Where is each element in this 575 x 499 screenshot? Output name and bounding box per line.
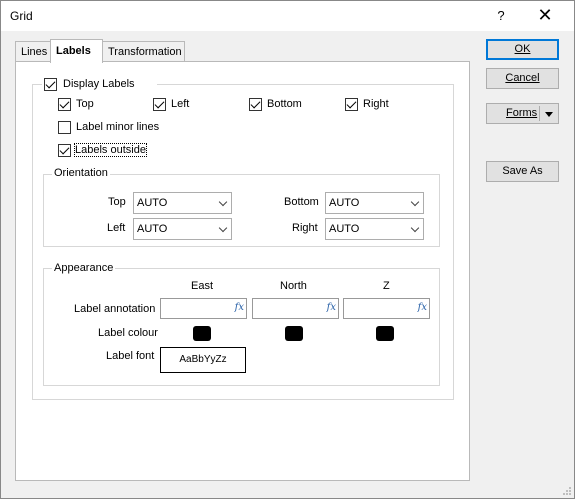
label-colour-label: Label colour xyxy=(98,327,158,339)
orientation-bottom-value: AUTO xyxy=(329,197,360,209)
resize-grip-icon[interactable] xyxy=(562,486,572,496)
chevron-down-icon xyxy=(218,197,228,207)
fx-icon[interactable]: fx xyxy=(418,302,427,313)
ok-button-label: OK xyxy=(514,43,531,55)
right-checkbox-label: Right xyxy=(363,98,389,110)
ok-button[interactable]: OK xyxy=(486,39,559,60)
bottom-checkbox[interactable] xyxy=(249,98,262,111)
orientation-top-select[interactable]: AUTO xyxy=(133,192,232,214)
orientation-top-label: Top xyxy=(108,196,126,208)
left-checkbox[interactable] xyxy=(153,98,166,111)
tab-labels[interactable]: Labels xyxy=(50,39,103,63)
label-font-label: Label font xyxy=(106,350,155,362)
colour-north-swatch[interactable] xyxy=(285,326,303,341)
chevron-down-icon xyxy=(410,223,420,233)
fx-icon[interactable]: fx xyxy=(327,302,336,313)
column-east: East xyxy=(191,280,214,292)
forms-button-label: Forms xyxy=(506,107,538,119)
close-button[interactable]: ✕ xyxy=(531,4,559,28)
display-labels-label: Display Labels xyxy=(63,78,135,90)
tab-lines[interactable]: Lines xyxy=(15,41,51,62)
appearance-title: Appearance xyxy=(52,262,116,274)
top-checkbox[interactable] xyxy=(58,98,71,111)
bottom-checkbox-label: Bottom xyxy=(267,98,302,110)
orientation-right-label: Right xyxy=(292,222,318,234)
colour-east-swatch[interactable] xyxy=(193,326,211,341)
labels-outside-label: Labels outside xyxy=(74,143,147,157)
orientation-top-value: AUTO xyxy=(137,197,168,209)
right-checkbox[interactable] xyxy=(345,98,358,111)
orientation-bottom-select[interactable]: AUTO xyxy=(325,192,424,214)
left-checkbox-label: Left xyxy=(171,98,190,110)
cancel-button-label: Cancel xyxy=(505,72,540,84)
save-as-button-label: Save As xyxy=(502,165,543,177)
orientation-right-select[interactable]: AUTO xyxy=(325,218,424,240)
annotation-east-input[interactable]: fx xyxy=(160,298,247,319)
font-preview-button[interactable]: AaBbYyZz xyxy=(160,347,246,373)
annotation-north-input[interactable]: fx xyxy=(252,298,339,319)
labels-tab-panel: Display Labels Top Left Bottom Right Lab… xyxy=(15,61,470,481)
cancel-button[interactable]: Cancel xyxy=(486,68,559,89)
dropdown-arrow-icon[interactable] xyxy=(545,112,553,117)
title-bar: Grid ? ✕ xyxy=(1,1,574,31)
labels-outside-checkbox[interactable] xyxy=(58,144,71,157)
label-minor-lines-label: Label minor lines xyxy=(76,121,160,133)
orientation-left-value: AUTO xyxy=(137,223,168,235)
tab-transformation[interactable]: Transformation xyxy=(102,41,185,62)
orientation-title: Orientation xyxy=(52,167,110,179)
forms-split-divider xyxy=(539,106,540,121)
orientation-right-value: AUTO xyxy=(329,223,360,235)
column-north: North xyxy=(280,280,307,292)
display-labels-header: Display Labels xyxy=(42,76,157,92)
label-annotation-label: Label annotation xyxy=(74,303,156,315)
chevron-down-icon xyxy=(410,197,420,207)
orientation-left-label: Left xyxy=(107,222,126,234)
column-z: Z xyxy=(383,280,390,292)
colour-z-swatch[interactable] xyxy=(376,326,394,341)
orientation-bottom-label: Bottom xyxy=(284,196,319,208)
grid-dialog: Grid ? ✕ Lines Labels Transformation Dis… xyxy=(0,0,575,499)
display-labels-checkbox[interactable] xyxy=(44,78,57,91)
chevron-down-icon xyxy=(218,223,228,233)
annotation-z-input[interactable]: fx xyxy=(343,298,430,319)
label-minor-lines-checkbox[interactable] xyxy=(58,121,71,134)
top-checkbox-label: Top xyxy=(76,98,94,110)
fx-icon[interactable]: fx xyxy=(235,302,244,313)
orientation-left-select[interactable]: AUTO xyxy=(133,218,232,240)
forms-button[interactable]: Forms xyxy=(486,103,559,124)
save-as-button[interactable]: Save As xyxy=(486,161,559,182)
window-title: Grid xyxy=(10,9,33,23)
help-button[interactable]: ? xyxy=(489,4,513,28)
